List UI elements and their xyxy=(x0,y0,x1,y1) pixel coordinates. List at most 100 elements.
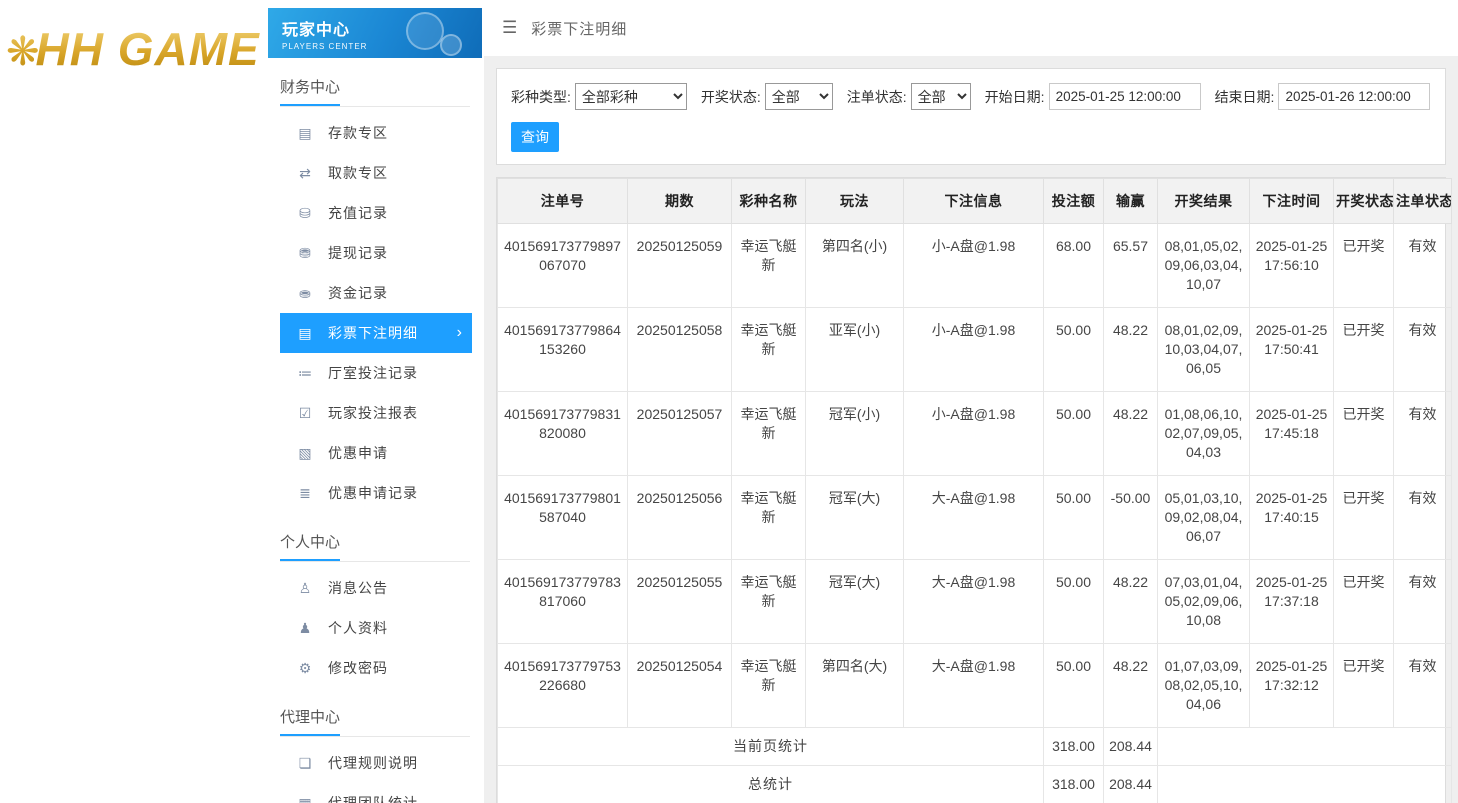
cell: 401569173779864153260 xyxy=(498,308,628,392)
sidebar-item-profile[interactable]: ♟个人资料 xyxy=(280,608,472,648)
lottery-type-select[interactable]: 全部彩种 xyxy=(575,83,687,110)
cell: 50.00 xyxy=(1044,308,1104,392)
players-center-header: 玩家中心 PLAYERS CENTER xyxy=(268,8,482,58)
section-label: 财务中心 xyxy=(280,76,470,107)
table-row: 40156917377986415326020250125058幸运飞艇新亚军(… xyxy=(498,308,1452,392)
withdrawal-record-icon: ⛃ xyxy=(296,245,314,262)
cell: 01,07,03,09,08,02,05,10,04,06 xyxy=(1158,644,1250,728)
summary-bet-total: 318.00 xyxy=(1044,728,1104,766)
agent-team-stats-icon: ▦ xyxy=(296,795,314,803)
menu-toggle-icon[interactable]: ☰ xyxy=(502,18,517,38)
sidebar-item-label: 厅室投注记录 xyxy=(328,363,418,383)
cell: 冠军(大) xyxy=(806,476,904,560)
cell: 65.57 xyxy=(1104,224,1158,308)
end-date-input[interactable] xyxy=(1278,83,1430,110)
table-row: 40156917377983182008020250125057幸运飞艇新冠军(… xyxy=(498,392,1452,476)
cell: 有效 xyxy=(1394,644,1452,728)
filter-row: 彩种类型: 全部彩种 开奖状态: 全部 注单状态: 全部 开始日期: 结束日期: xyxy=(511,83,1431,110)
cell: 68.00 xyxy=(1044,224,1104,308)
sidebar-item-funds-record[interactable]: ⛂ 资金记录 xyxy=(280,273,472,313)
cell: 幸运飞艇新 xyxy=(732,392,806,476)
column-header: 下注时间 xyxy=(1250,179,1334,224)
column-header: 开奖状态 xyxy=(1334,179,1394,224)
deposit-icon: ▤ xyxy=(296,125,314,142)
cell: 401569173779801587040 xyxy=(498,476,628,560)
sidebar-item-withdrawal-record[interactable]: ⛃提现记录 xyxy=(280,233,472,273)
sidebar-item-agent-rules[interactable]: ❏ 代理规则说明 xyxy=(280,743,472,783)
filter-panel: 彩种类型: 全部彩种 开奖状态: 全部 注单状态: 全部 开始日期: 结束日期: xyxy=(496,68,1446,165)
cell: 有效 xyxy=(1394,476,1452,560)
cell: 已开奖 xyxy=(1334,224,1394,308)
sidebar-item-label: 充值记录 xyxy=(328,203,388,223)
sidebar-item-change-password[interactable]: ⚙ 修改密码 xyxy=(280,648,472,688)
sidebar-item-label: 修改密码 xyxy=(328,658,388,678)
sidebar-item-deposit[interactable]: ▤存款专区 xyxy=(280,113,472,153)
cell: 20250125059 xyxy=(628,224,732,308)
cell: 冠军(大) xyxy=(806,560,904,644)
cell: 50.00 xyxy=(1044,644,1104,728)
logo-sparkle-icon: ❋ xyxy=(6,30,36,74)
cell: 05,01,03,10,09,02,08,04,06,07 xyxy=(1158,476,1250,560)
sidebar-item-lottery-bet-detail[interactable]: ▤彩票下注明细› xyxy=(280,313,472,353)
column-header: 玩法 xyxy=(806,179,904,224)
page-title: 彩票下注明细 xyxy=(531,18,627,39)
column-header: 注单状态 xyxy=(1394,179,1452,224)
cell: 幸运飞艇新 xyxy=(732,224,806,308)
sidebar-item-label: 资金记录 xyxy=(328,283,388,303)
order-status-select[interactable]: 全部 xyxy=(911,83,971,110)
sidebar-item-promo-apply[interactable]: ▧优惠申请 xyxy=(280,433,472,473)
hall-bet-record-icon: ≔ xyxy=(296,365,314,382)
players-center-subtitle: PLAYERS CENTER xyxy=(282,42,482,51)
sidebar-item-withdraw[interactable]: ⇄取款专区 xyxy=(280,153,472,193)
cell: 有效 xyxy=(1394,560,1452,644)
promo-apply-record-icon: ≣ xyxy=(296,485,314,502)
start-date-input[interactable] xyxy=(1049,83,1201,110)
start-date-label: 开始日期: xyxy=(985,87,1045,107)
sidebar-item-label: 代理规则说明 xyxy=(328,753,418,773)
sidebar-item-player-bet-report[interactable]: ☑玩家投注报表 xyxy=(280,393,472,433)
sidebar-item-promo-apply-record[interactable]: ≣优惠申请记录 xyxy=(280,473,472,513)
cell: 50.00 xyxy=(1044,392,1104,476)
lottery-bet-detail-icon: ▤ xyxy=(296,325,314,342)
summary-label: 总统计 xyxy=(498,766,1044,803)
sidebar-item-agent-team-stats[interactable]: ▦代理团队统计 xyxy=(280,783,472,803)
sidebar-item-label: 消息公告 xyxy=(328,578,388,598)
column-header: 期数 xyxy=(628,179,732,224)
cell: 20250125054 xyxy=(628,644,732,728)
column-header: 投注额 xyxy=(1044,179,1104,224)
cell: 已开奖 xyxy=(1334,476,1394,560)
logo-pane: ❋HH GAME xyxy=(0,0,260,803)
cell: 01,08,06,10,02,07,09,05,04,03 xyxy=(1158,392,1250,476)
summary-bet-total: 318.00 xyxy=(1044,766,1104,803)
main-area: ☰ 彩票下注明细 彩种类型: 全部彩种 开奖状态: 全部 注单状态: 全部 xyxy=(484,0,1458,803)
draw-status-label: 开奖状态: xyxy=(701,87,761,107)
section-label-text: 个人中心 xyxy=(280,534,340,561)
lottery-type-label: 彩种类型: xyxy=(511,87,571,107)
sidebar-item-label: 取款专区 xyxy=(328,163,388,183)
cell: 有效 xyxy=(1394,308,1452,392)
cell: 大-A盘@1.98 xyxy=(904,560,1044,644)
topbar: ☰ 彩票下注明细 xyxy=(484,0,1458,56)
message-announcement-icon: ♙ xyxy=(296,580,314,597)
sidebar-item-recharge-record[interactable]: ⛁充值记录 xyxy=(280,193,472,233)
bet-table: 注单号期数彩种名称玩法下注信息投注额输赢开奖结果下注时间开奖状态注单状态4015… xyxy=(497,178,1452,803)
cell: 第四名(小) xyxy=(806,224,904,308)
cell: 已开奖 xyxy=(1334,308,1394,392)
draw-status-select[interactable]: 全部 xyxy=(765,83,833,110)
player-bet-report-icon: ☑ xyxy=(296,405,314,422)
column-header: 注单号 xyxy=(498,179,628,224)
players-center-title: 玩家中心 xyxy=(282,16,482,40)
change-password-icon: ⚙ xyxy=(296,660,314,677)
funds-record-icon: ⛂ xyxy=(296,285,314,302)
section-label-text: 代理中心 xyxy=(280,709,340,736)
sidebar-item-message-announcement[interactable]: ♙ 消息公告 xyxy=(280,568,472,608)
brand-logo-text: HH GAME xyxy=(36,23,260,75)
cell: 亚军(小) xyxy=(806,308,904,392)
agent-rules-icon: ❏ xyxy=(296,755,314,772)
query-button[interactable]: 查询 xyxy=(511,122,559,152)
cell: 有效 xyxy=(1394,224,1452,308)
sidebar-item-hall-bet-record[interactable]: ≔ 厅室投注记录 xyxy=(280,353,472,393)
sidebar-item-label: 个人资料 xyxy=(328,618,388,638)
sidebar-nav: 财务中心 ▤存款专区⇄取款专区⛁充值记录⛃提现记录 ⛂ 资金记录 ▤彩票下注明细› ≔ 厅室… xyxy=(260,76,484,803)
cell: 2025-01-25 17:40:15 xyxy=(1250,476,1334,560)
